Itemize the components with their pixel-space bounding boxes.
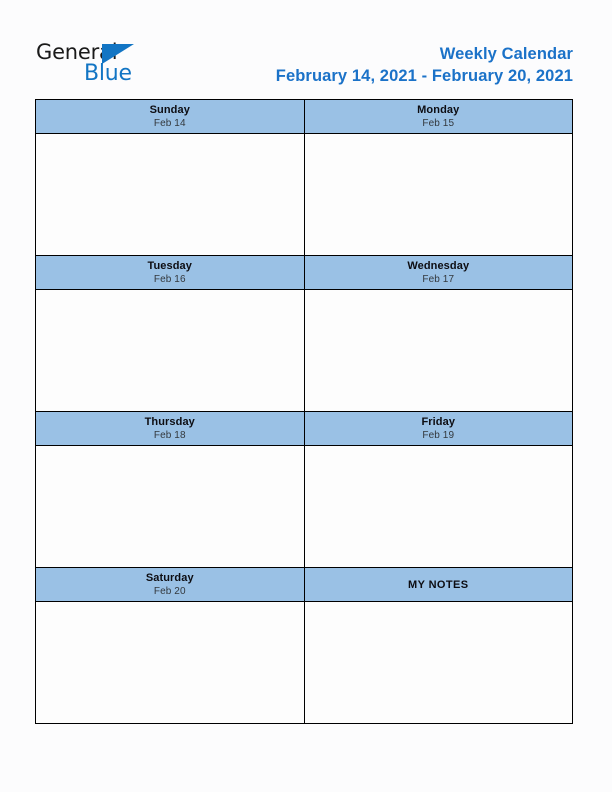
day-name-label: Friday: [421, 416, 456, 428]
calendar-body-row: [36, 290, 573, 412]
day-header-saturday: Saturday Feb 20: [36, 568, 305, 602]
day-date-label: Feb 17: [422, 274, 455, 285]
brand-logo: General Blue: [36, 40, 196, 90]
day-cell-monday[interactable]: [304, 134, 573, 256]
calendar-week-row: Thursday Feb 18 Friday Feb 19: [36, 412, 573, 568]
calendar-grid: Sunday Feb 14 Monday Feb 15 Tuesday Feb …: [35, 99, 573, 724]
day-name-label: Wednesday: [407, 260, 470, 272]
day-date-label: Feb 19: [422, 430, 455, 441]
page-title: Weekly Calendar February 14, 2021 - Febr…: [276, 44, 573, 87]
day-cell-thursday[interactable]: [36, 446, 305, 568]
day-cell-my-notes[interactable]: [304, 602, 573, 724]
calendar-date-range: February 14, 2021 - February 20, 2021: [275, 67, 573, 85]
day-date-label: Feb 16: [153, 274, 186, 285]
day-header-my-notes: MY NOTES: [304, 568, 573, 602]
day-date-label: Feb 15: [422, 118, 455, 129]
day-header-sunday: Sunday Feb 14: [36, 100, 305, 134]
my-notes-label: MY NOTES: [408, 578, 469, 591]
calendar-body-row: [36, 602, 573, 724]
calendar-week-row: Tuesday Feb 16 Wednesday Feb 17: [36, 256, 573, 412]
day-name-label: Sunday: [149, 104, 190, 116]
day-cell-saturday[interactable]: [36, 602, 305, 724]
day-cell-tuesday[interactable]: [36, 290, 305, 412]
day-cell-friday[interactable]: [304, 446, 573, 568]
page-header: General Blue Weekly Calendar February 14…: [0, 0, 612, 99]
day-name-label: Tuesday: [147, 260, 192, 272]
day-header-wednesday: Wednesday Feb 17: [304, 256, 573, 290]
brand-logo-word-blue: Blue: [84, 61, 132, 86]
day-date-label: Feb 18: [153, 430, 186, 441]
calendar-week-row: Sunday Feb 14 Monday Feb 15: [36, 100, 573, 256]
calendar-week-row: Saturday Feb 20 MY NOTES: [36, 568, 573, 724]
day-name-label: Thursday: [144, 416, 195, 428]
day-header-friday: Friday Feb 19: [304, 412, 573, 446]
day-cell-sunday[interactable]: [36, 134, 305, 256]
calendar-header-row: Tuesday Feb 16 Wednesday Feb 17: [36, 256, 573, 290]
day-header-monday: Monday Feb 15: [304, 100, 573, 134]
day-date-label: Feb 20: [153, 586, 186, 597]
calendar-title: Weekly Calendar: [439, 45, 573, 63]
day-cell-wednesday[interactable]: [304, 290, 573, 412]
calendar-header-row: Saturday Feb 20 MY NOTES: [36, 568, 573, 602]
calendar-body-row: [36, 446, 573, 568]
day-name-label: Monday: [417, 104, 460, 116]
day-date-label: Feb 14: [153, 118, 186, 129]
day-name-label: Saturday: [145, 572, 194, 584]
day-header-tuesday: Tuesday Feb 16: [36, 256, 305, 290]
calendar-body-row: [36, 134, 573, 256]
day-header-thursday: Thursday Feb 18: [36, 412, 305, 446]
calendar-header-row: Sunday Feb 14 Monday Feb 15: [36, 100, 573, 134]
calendar-header-row: Thursday Feb 18 Friday Feb 19: [36, 412, 573, 446]
